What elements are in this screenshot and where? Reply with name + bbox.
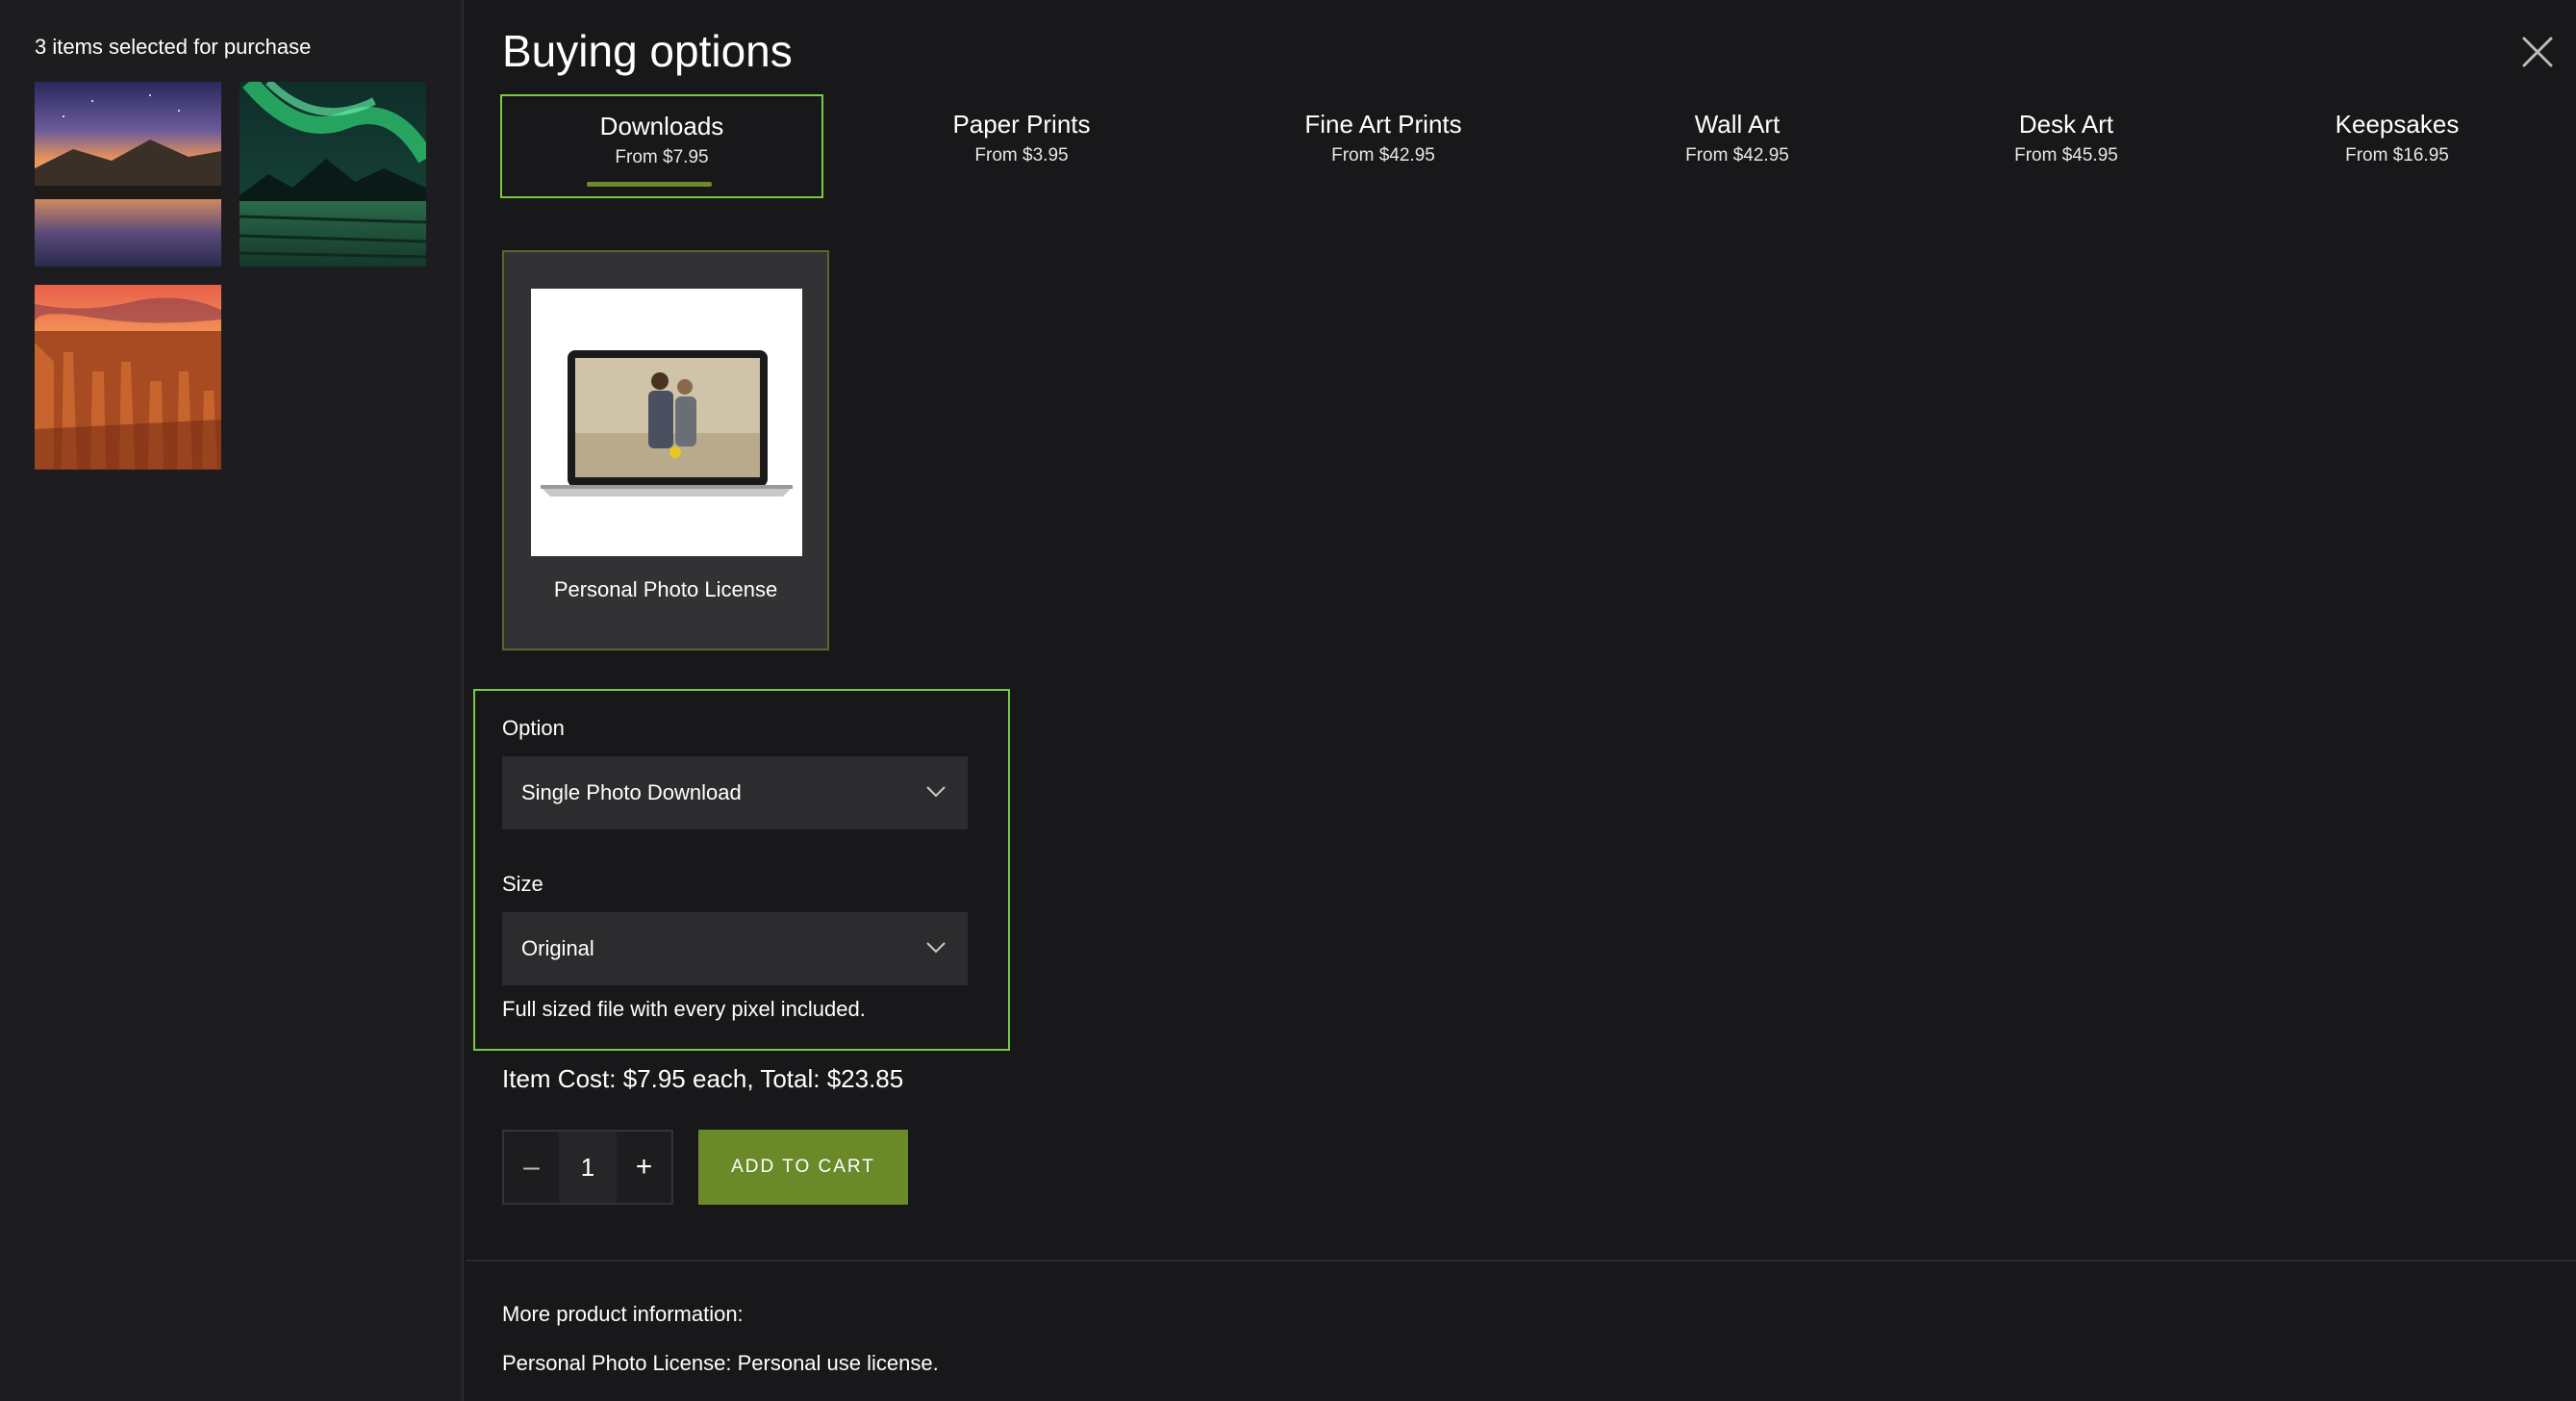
tab-label: Desk Art bbox=[2018, 110, 2114, 139]
product-options: Option Single Photo Download Size Origin… bbox=[473, 689, 1010, 1051]
section-divider bbox=[466, 1260, 2576, 1261]
active-tab-indicator bbox=[587, 182, 712, 187]
more-info-heading: More product information: bbox=[502, 1302, 744, 1326]
tab-label: Keepsakes bbox=[2335, 110, 2460, 139]
size-select-value: Original bbox=[521, 936, 594, 960]
option-select[interactable]: Single Photo Download bbox=[502, 756, 968, 829]
tab-label: Fine Art Prints bbox=[1304, 110, 1462, 139]
chevron-down-icon bbox=[925, 941, 947, 955]
tab-price: From $45.95 bbox=[2014, 145, 2118, 166]
tab-paper-prints[interactable]: Paper Prints From $3.95 bbox=[860, 94, 1183, 198]
tab-downloads[interactable]: Downloads From $7.95 bbox=[500, 94, 823, 198]
quantity-input[interactable] bbox=[559, 1132, 617, 1203]
size-select[interactable]: Original bbox=[502, 912, 968, 985]
more-info-text: Personal Photo License: Personal use lic… bbox=[502, 1351, 939, 1375]
item-cost-total: Item Cost: $7.95 each, Total: $23.85 bbox=[502, 1064, 904, 1093]
tab-price: From $42.95 bbox=[1331, 145, 1435, 166]
selected-items-title: 3 items selected for purchase bbox=[35, 35, 312, 59]
tab-price: From $16.95 bbox=[2345, 145, 2449, 166]
buying-options-panel: Buying options Downloads From $7.95 Pape… bbox=[466, 0, 2576, 1401]
selected-items-sidebar: 3 items selected for purchase bbox=[0, 0, 464, 1401]
buying-options-modal: 3 items selected for purchase Buying opt… bbox=[0, 0, 2576, 1401]
tab-label: Wall Art bbox=[1694, 110, 1780, 139]
product-category-tabs: Downloads From $7.95 Paper Prints From $… bbox=[500, 94, 2559, 200]
chevron-down-icon bbox=[925, 785, 947, 799]
tab-desk-art[interactable]: Desk Art From $45.95 bbox=[1905, 94, 2228, 198]
tab-price: From $42.95 bbox=[1685, 145, 1789, 166]
laptop-photo-image bbox=[531, 289, 802, 556]
tab-wall-art[interactable]: Wall Art From $42.95 bbox=[1576, 94, 1899, 198]
tab-price: From $3.95 bbox=[974, 145, 1069, 166]
thumbnail-canyon[interactable] bbox=[35, 285, 221, 470]
tab-keepsakes[interactable]: Keepsakes From $16.95 bbox=[2235, 94, 2559, 198]
thumbnail-mountain-lake[interactable] bbox=[35, 82, 221, 267]
quantity-stepper: – + bbox=[502, 1130, 673, 1205]
page-title: Buying options bbox=[502, 26, 793, 76]
tab-label: Downloads bbox=[599, 112, 724, 140]
product-card-personal-license[interactable]: Personal Photo License bbox=[502, 250, 829, 650]
size-description: Full sized file with every pixel include… bbox=[502, 997, 866, 1021]
tab-fine-art-prints[interactable]: Fine Art Prints From $42.95 bbox=[1222, 94, 1545, 198]
thumbnail-aurora[interactable] bbox=[240, 82, 426, 267]
tab-price: From $7.95 bbox=[615, 147, 709, 167]
option-select-value: Single Photo Download bbox=[521, 780, 742, 804]
tab-label: Paper Prints bbox=[952, 110, 1091, 139]
close-icon[interactable] bbox=[2520, 35, 2555, 69]
quantity-increase-button[interactable]: + bbox=[617, 1132, 671, 1203]
option-label: Option bbox=[502, 716, 565, 740]
size-label: Size bbox=[502, 872, 543, 896]
add-to-cart-button[interactable]: ADD TO CART bbox=[698, 1130, 908, 1205]
product-name: Personal Photo License bbox=[553, 577, 778, 601]
quantity-decrease-button[interactable]: – bbox=[504, 1132, 559, 1203]
